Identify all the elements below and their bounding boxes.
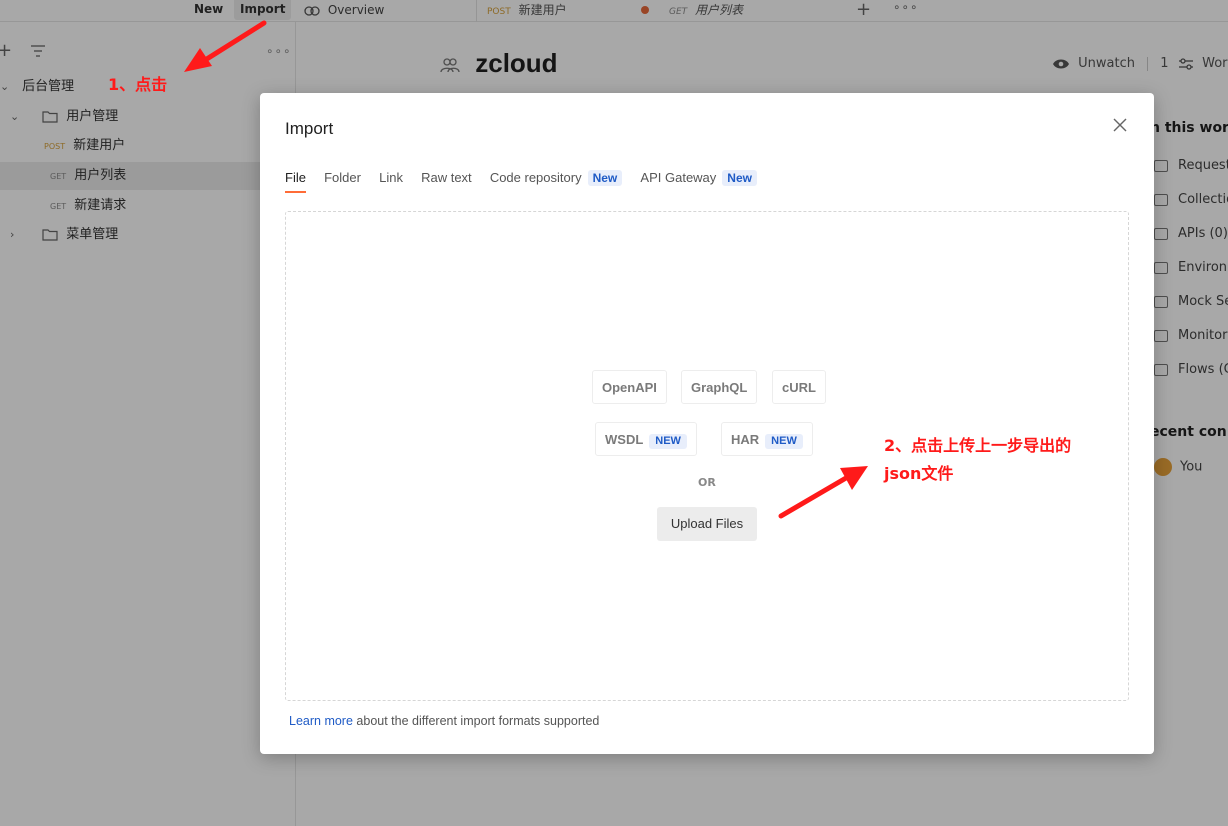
format-curl: cURL xyxy=(772,370,826,404)
tab-code-repository[interactable]: Code repository New xyxy=(489,169,623,193)
tab-file[interactable]: File xyxy=(285,169,306,193)
new-badge: New xyxy=(722,170,757,186)
import-tabs: File Folder Link Raw text Code repositor… xyxy=(285,169,771,195)
close-icon[interactable] xyxy=(1112,117,1128,133)
learn-more-text: Learn more about the different import fo… xyxy=(289,714,599,728)
tab-label: Code repository xyxy=(489,170,582,185)
annotation-step1: 1、点击 xyxy=(108,75,168,94)
annotation-step2-line2: json文件 xyxy=(884,464,954,483)
annotation-step2: 2、点击上传上一步导出的 json文件 xyxy=(884,432,1071,488)
format-openapi: OpenAPI xyxy=(592,370,667,404)
import-modal: Import File Folder Link Raw text Code re… xyxy=(260,93,1154,754)
new-badge: NEW xyxy=(649,434,687,449)
tab-raw-text[interactable]: Raw text xyxy=(421,169,472,193)
annotation-step2-line1: 2、点击上传上一步导出的 xyxy=(884,436,1072,455)
new-badge: New xyxy=(587,170,623,186)
tab-folder[interactable]: Folder xyxy=(324,169,361,193)
format-label: HAR xyxy=(731,432,760,447)
format-wsdl: WSDL NEW xyxy=(595,422,697,456)
annotation-arrow-1-icon xyxy=(184,20,267,72)
annotation-arrow-2-icon xyxy=(778,466,868,519)
new-badge: NEW xyxy=(765,434,803,449)
upload-files-button[interactable]: Upload Files xyxy=(657,507,757,541)
learn-more-description: about the different import formats suppo… xyxy=(352,714,600,728)
learn-more-link[interactable]: Learn more xyxy=(289,714,353,728)
tab-api-gateway[interactable]: API Gateway New xyxy=(640,169,757,193)
tab-label: API Gateway xyxy=(640,170,717,185)
modal-title: Import xyxy=(285,119,334,138)
format-graphql: GraphQL xyxy=(681,370,758,404)
format-label: WSDL xyxy=(605,432,644,447)
format-har: HAR NEW xyxy=(721,422,813,456)
or-divider: OR xyxy=(698,476,716,489)
tab-link[interactable]: Link xyxy=(379,169,403,193)
